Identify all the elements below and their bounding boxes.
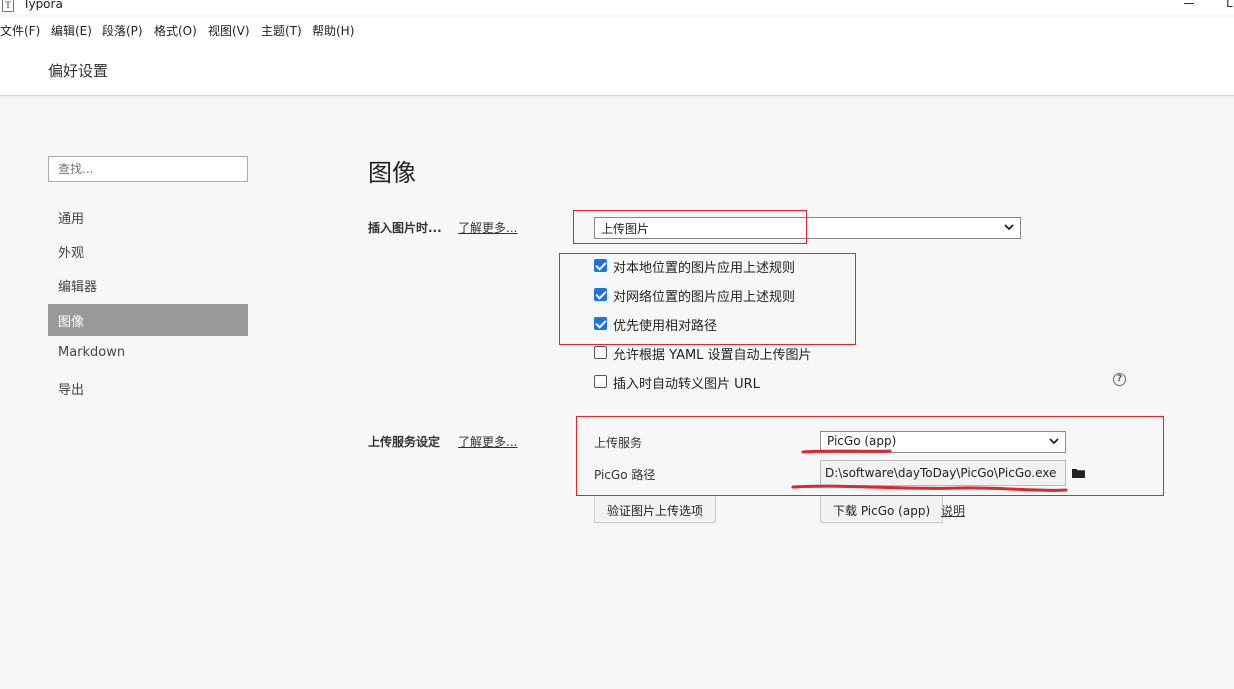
download-picgo-button[interactable]: 下载 PicGo (app) [820, 495, 944, 523]
upload-service-select[interactable]: PicGo (app) [820, 431, 1066, 453]
preferences-header: 偏好设置 [0, 40, 1234, 96]
option-label: 对网络位置的图片应用上述规则 [613, 290, 796, 305]
option-label: 允许根据 YAML 设置自动上传图片 [613, 348, 812, 363]
checkbox-network-images[interactable] [594, 288, 607, 301]
annotation-underline-path [791, 484, 1068, 492]
chevron-down-icon [1004, 224, 1014, 231]
menu-file[interactable]: 文件(F) [0, 22, 40, 39]
checkbox-relative-path[interactable] [594, 317, 607, 330]
explain-link[interactable]: 说明 [941, 502, 965, 519]
verify-upload-button[interactable]: 验证图片上传选项 [594, 495, 717, 523]
option-label: 优先使用相对路径 [613, 319, 718, 334]
sidebar-item-appearance[interactable]: 外观 [48, 235, 248, 267]
section-title: 图像 [368, 159, 416, 187]
checkbox-local-images[interactable] [594, 259, 607, 272]
upload-service-setting-label: 上传服务设定 [368, 435, 441, 449]
menu-view[interactable]: 视图(V) [208, 22, 250, 39]
upload-service-select-value: PicGo (app) [827, 434, 897, 448]
menu-theme[interactable]: 主题(T) [261, 22, 302, 39]
insert-image-label: 插入图片时... [368, 221, 442, 235]
upload-learn-more-link[interactable]: 了解更多... [458, 433, 517, 450]
menu-help[interactable]: 帮助(H) [312, 22, 354, 39]
option-label: 插入时自动转义图片 URL [613, 377, 760, 392]
sidebar-item-editor[interactable]: 编辑器 [48, 269, 248, 301]
chevron-down-icon [1049, 438, 1059, 445]
checkbox-yaml-upload[interactable] [594, 346, 607, 359]
picgo-path-input[interactable]: D:\software\dayToDay\PicGo\PicGo.exe [820, 460, 1066, 486]
sidebar-item-general[interactable]: 通用 [48, 201, 248, 233]
minimize-icon[interactable] [1184, 3, 1194, 4]
menu-format[interactable]: 格式(O) [154, 22, 197, 39]
insert-image-select-value: 上传图片 [601, 222, 650, 236]
menu-bar: 文件(F) 编辑(E) 段落(P) 格式(O) 视图(V) 主题(T) 帮助(H… [0, 18, 1234, 40]
picgo-path-label: PicGo 路径 [594, 468, 656, 482]
help-circle-icon[interactable]: ? [1113, 373, 1126, 386]
window-title: Typora [23, 0, 63, 11]
menu-paragraph[interactable]: 段落(P) [102, 22, 143, 39]
search-input[interactable] [48, 156, 248, 182]
insert-image-select[interactable]: 上传图片 [594, 217, 1021, 239]
title-bar: T Typora L [0, 0, 1234, 14]
sidebar-item-image[interactable]: 图像 [48, 304, 248, 336]
page-title: 偏好设置 [48, 62, 109, 80]
checkbox-escape-url[interactable] [594, 375, 607, 388]
option-label: 对本地位置的图片应用上述规则 [613, 261, 796, 276]
sidebar-item-markdown[interactable]: Markdown [48, 338, 248, 370]
insert-learn-more-link[interactable]: 了解更多... [458, 219, 517, 236]
typora-icon: T [2, 0, 14, 12]
folder-icon[interactable] [1072, 468, 1085, 478]
menu-edit[interactable]: 编辑(E) [51, 22, 92, 39]
upload-service-label: 上传服务 [594, 436, 643, 450]
sidebar-item-export[interactable]: 导出 [48, 372, 248, 404]
window-edge-icon[interactable]: L [1226, 0, 1233, 10]
